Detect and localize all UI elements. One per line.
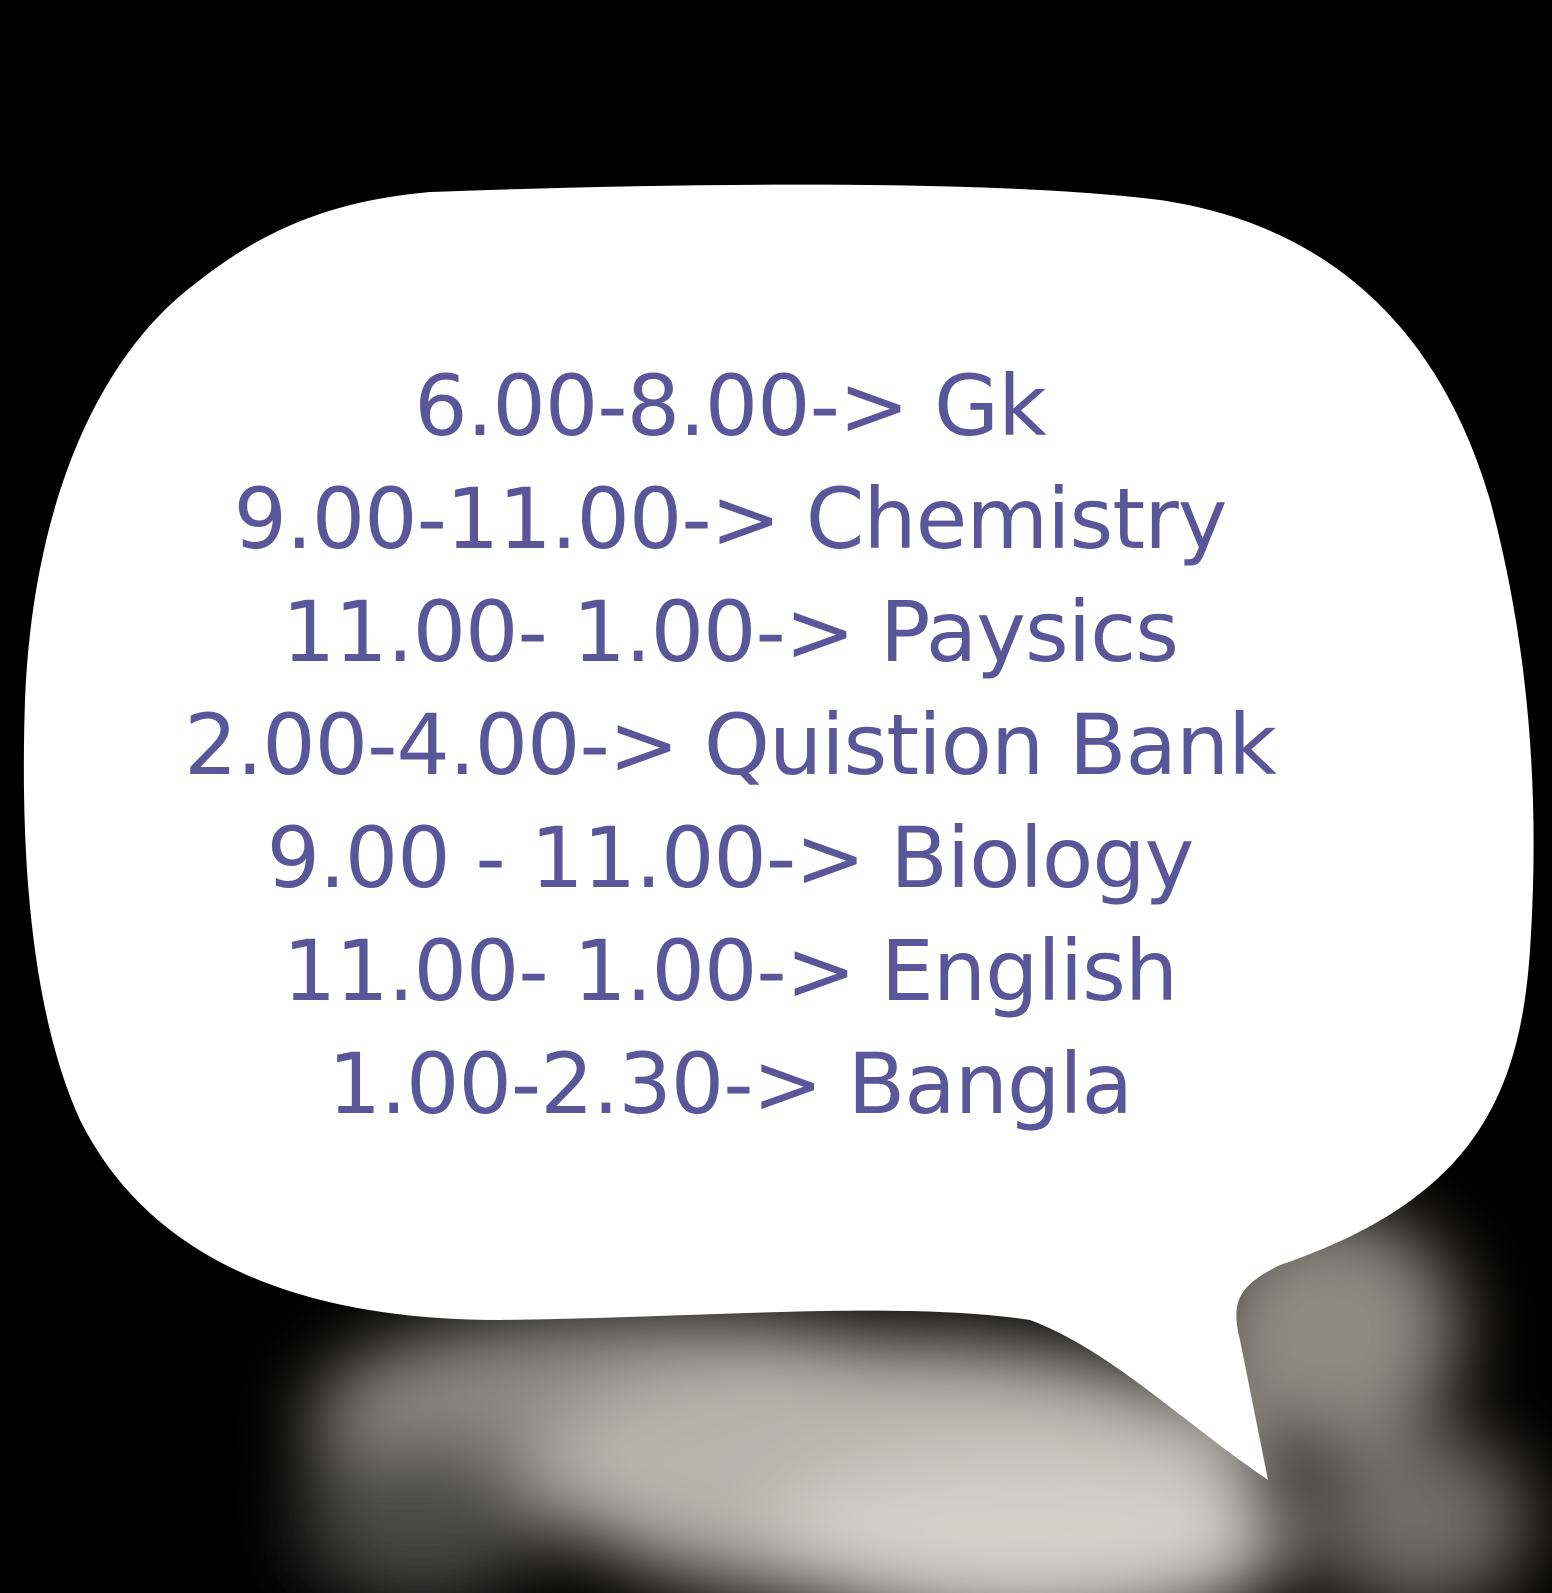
canvas: 6.00-8.00-> Gk 9.00-11.00-> Chemistry 11… — [0, 0, 1552, 1593]
schedule-line: 1.00-2.30-> Bangla — [327, 1035, 1133, 1133]
schedule-list: 6.00-8.00-> Gk 9.00-11.00-> Chemistry 11… — [140, 350, 1320, 1141]
schedule-line: 11.00- 1.00-> English — [282, 922, 1178, 1020]
schedule-line: 11.00- 1.00-> Paysics — [281, 583, 1179, 681]
schedule-line: 9.00-11.00-> Chemistry — [233, 470, 1228, 568]
schedule-line: 6.00-8.00-> Gk — [414, 357, 1047, 455]
schedule-line: 2.00-4.00-> Quistion Bank — [184, 696, 1277, 794]
schedule-line: 9.00 - 11.00-> Biology — [266, 809, 1195, 907]
